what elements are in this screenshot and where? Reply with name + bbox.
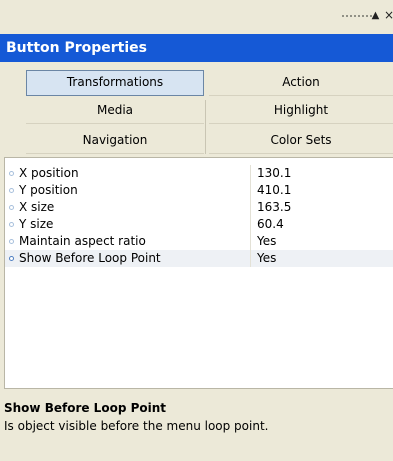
property-value[interactable]: 410.1 bbox=[257, 183, 291, 198]
column-divider bbox=[250, 250, 251, 267]
property-value[interactable]: 163.5 bbox=[257, 200, 291, 215]
column-divider bbox=[250, 216, 251, 233]
tab-divider bbox=[205, 100, 206, 154]
tab-action[interactable]: Action bbox=[209, 70, 393, 96]
bullet-icon bbox=[9, 188, 14, 193]
panel-header-strip: ▲ × bbox=[0, 0, 393, 34]
property-name: X size bbox=[19, 200, 55, 214]
property-row-y-position[interactable]: Y position 410.1 bbox=[5, 182, 393, 199]
property-row-maintain-aspect-ratio[interactable]: Maintain aspect ratio Yes bbox=[5, 233, 393, 250]
property-value[interactable]: Yes bbox=[257, 251, 276, 266]
tab-transformations[interactable]: Transformations bbox=[26, 70, 204, 96]
bullet-icon bbox=[9, 205, 14, 210]
description-text: Is object visible before the menu loop p… bbox=[4, 419, 269, 433]
tab-color-sets[interactable]: Color Sets bbox=[209, 128, 393, 154]
property-grid[interactable]: X position 130.1 Y position 410.1 X size… bbox=[4, 157, 393, 389]
tab-media[interactable]: Media bbox=[26, 98, 204, 124]
tab-highlight[interactable]: Highlight bbox=[209, 98, 393, 124]
property-name: Y position bbox=[19, 183, 78, 197]
column-divider bbox=[250, 165, 251, 182]
column-divider bbox=[250, 199, 251, 216]
property-row-x-position[interactable]: X position 130.1 bbox=[5, 165, 393, 182]
bullet-icon bbox=[9, 256, 14, 261]
property-row-y-size[interactable]: Y size 60.4 bbox=[5, 216, 393, 233]
property-name: X position bbox=[19, 166, 79, 180]
column-divider bbox=[250, 233, 251, 250]
property-value[interactable]: Yes bbox=[257, 234, 276, 249]
panel-title: Button Properties bbox=[0, 34, 393, 62]
bullet-icon bbox=[9, 171, 14, 176]
bullet-icon bbox=[9, 239, 14, 244]
property-name: Maintain aspect ratio bbox=[19, 234, 146, 248]
pin-icon[interactable]: ▲ bbox=[369, 9, 382, 22]
property-row-show-before-loop-point[interactable]: Show Before Loop Point Yes bbox=[5, 250, 393, 267]
description-title: Show Before Loop Point bbox=[4, 401, 167, 415]
property-name: Show Before Loop Point bbox=[19, 251, 161, 265]
column-divider bbox=[250, 182, 251, 199]
close-icon[interactable]: × bbox=[384, 9, 393, 22]
bullet-icon bbox=[9, 222, 14, 227]
tab-navigation[interactable]: Navigation bbox=[26, 128, 204, 154]
property-value[interactable]: 60.4 bbox=[257, 217, 284, 232]
property-row-x-size[interactable]: X size 163.5 bbox=[5, 199, 393, 216]
property-value[interactable]: 130.1 bbox=[257, 166, 291, 181]
property-name: Y size bbox=[19, 217, 54, 231]
